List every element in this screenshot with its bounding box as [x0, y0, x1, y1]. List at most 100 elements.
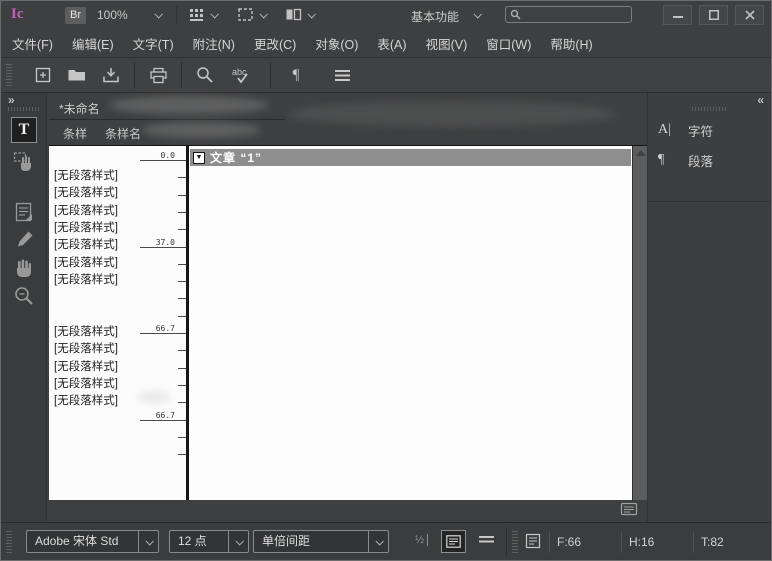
toolbar-menu-button[interactable]	[331, 64, 353, 86]
view-tab-bar: 条样 条样名	[49, 119, 285, 143]
minimize-button[interactable]	[663, 5, 692, 25]
position-tool-icon	[13, 151, 35, 173]
find-button[interactable]	[194, 64, 216, 86]
zoom-level-chevron-down-icon[interactable]	[154, 10, 162, 18]
chevron-down-icon	[210, 10, 218, 18]
maximize-icon	[709, 10, 719, 20]
maximize-button[interactable]	[699, 5, 728, 25]
leading-select[interactable]: 单倍间距	[253, 530, 389, 553]
print-button[interactable]	[147, 64, 169, 86]
search-box[interactable]	[505, 6, 632, 23]
copyfit-info-button[interactable]	[525, 533, 541, 549]
zoom-level-value[interactable]: 100%	[97, 8, 128, 22]
statusbar-grip[interactable]	[512, 531, 518, 553]
statusbar-grip[interactable]	[6, 531, 12, 553]
smudge-artifact	[109, 96, 269, 114]
menu-item[interactable]: 对象(O)	[308, 34, 365, 53]
note-tool-icon	[13, 201, 35, 223]
arrange-documents-dropdown[interactable]	[285, 7, 314, 22]
view-tab-story[interactable]: 条样名	[105, 125, 141, 142]
position-tool-button[interactable]	[11, 149, 37, 175]
galley-adjust-icon	[620, 502, 638, 516]
menu-item[interactable]: 更改(C)	[247, 34, 303, 53]
document-tab[interactable]: *未命名	[59, 100, 100, 117]
ruler-tick	[178, 368, 186, 369]
screen-mode-dropdown[interactable]	[237, 7, 266, 22]
open-button[interactable]	[66, 64, 88, 86]
line-number-toggle[interactable]: ½	[415, 534, 428, 546]
menu-item[interactable]: 视图(V)	[419, 34, 475, 53]
menu-item[interactable]: 帮助(H)	[543, 34, 599, 53]
workspace-chevron-down-icon[interactable]	[473, 10, 481, 18]
panel-item-character[interactable]: A|字符	[648, 115, 771, 145]
copyfit-stat: T:82	[693, 531, 765, 553]
view-options-dropdown[interactable]	[189, 7, 217, 22]
open-folder-icon	[67, 67, 87, 83]
eyedropper-tool-button[interactable]	[11, 227, 37, 253]
depth-ruler: 0.037.066.766.7	[136, 146, 186, 500]
font-size-select[interactable]: 12 点	[169, 530, 249, 553]
scroll-up-icon[interactable]	[636, 150, 646, 156]
ruler-tick	[178, 229, 186, 230]
view-options-icon	[189, 7, 205, 22]
new-document-button[interactable]	[32, 64, 54, 86]
vertical-scrollbar[interactable]	[632, 145, 648, 500]
menu-item[interactable]: 文字(T)	[126, 34, 181, 53]
titlebar-separator	[176, 6, 177, 25]
panel-grip[interactable]	[692, 107, 728, 111]
ruler-tick	[178, 212, 186, 213]
expand-tools-panel-button[interactable]: »	[8, 93, 13, 107]
statusbar-divider	[506, 527, 507, 557]
view-tab-galley[interactable]: 条样	[63, 125, 87, 142]
save-button[interactable]	[100, 64, 122, 86]
tools-panel-grip[interactable]	[8, 107, 39, 111]
font-family-select[interactable]: Adobe 宋体 Std	[26, 530, 159, 553]
hand-tool-button[interactable]	[11, 255, 37, 281]
note-tool-button[interactable]	[11, 199, 37, 225]
statusbar-menu-button[interactable]	[479, 536, 494, 545]
story-collapse-toggle[interactable]: ▼	[193, 152, 205, 164]
menu-item[interactable]: 窗口(W)	[479, 34, 538, 53]
save-icon	[102, 67, 120, 84]
menu-item[interactable]: 附注(N)	[186, 34, 242, 53]
hamburger-icon	[479, 536, 494, 545]
minimize-icon	[673, 11, 683, 19]
spell-check-button[interactable]: abc	[230, 64, 256, 86]
ruler-tick	[178, 281, 186, 282]
copyfit-stat: H:16	[621, 531, 693, 553]
ruler-tick	[178, 264, 186, 265]
statusbar: Adobe 宋体 Std 12 点 单倍间距 ½	[1, 522, 771, 560]
menu-item[interactable]: 文件(F)	[5, 34, 60, 53]
incopy-window: Ic Br 100% 基本功能	[0, 0, 772, 561]
ruler-tick	[178, 437, 186, 438]
search-input[interactable]	[521, 8, 627, 22]
toolbar-grip[interactable]	[6, 64, 12, 86]
close-button[interactable]	[735, 5, 764, 25]
panel-item-paragraph[interactable]: ¶段落	[648, 145, 771, 175]
font-family-value: Adobe 宋体 Std	[35, 534, 118, 548]
menu-item[interactable]: 编辑(E)	[65, 34, 121, 53]
font-size-chevron[interactable]	[228, 531, 248, 552]
triangle-down-icon: ▼	[196, 154, 203, 161]
ruler-tick	[178, 316, 186, 317]
main-toolbar: abc ¶	[1, 57, 771, 93]
galley-adjust-button[interactable]	[620, 502, 638, 516]
font-family-chevron[interactable]	[138, 531, 158, 552]
info-column-toggle[interactable]	[441, 530, 466, 553]
show-hidden-characters-button[interactable]: ¶	[285, 64, 307, 86]
leading-value: 单倍间距	[262, 534, 310, 548]
bridge-button[interactable]: Br	[65, 7, 86, 24]
hamburger-icon	[335, 70, 350, 81]
paragraph-style-column: [无段落样式][无段落样式][无段落样式][无段落样式][无段落样式][无段落样…	[49, 145, 186, 500]
story-text-area[interactable]: ▼ 文章 “1”	[189, 145, 632, 500]
workspace-switcher[interactable]: 基本功能	[411, 8, 459, 25]
type-tool-button[interactable]: T	[11, 117, 37, 143]
ruler-major-tick: 66.7	[140, 333, 186, 334]
menu-item[interactable]: 表(A)	[370, 34, 413, 53]
expand-panels-button[interactable]: «	[757, 93, 762, 107]
screen-mode-icon	[237, 7, 254, 22]
leading-chevron[interactable]	[368, 531, 388, 552]
incopy-logo: Ic	[11, 6, 24, 23]
zoom-tool-button[interactable]	[11, 283, 37, 309]
ruler-major-tick: 66.7	[140, 420, 186, 421]
